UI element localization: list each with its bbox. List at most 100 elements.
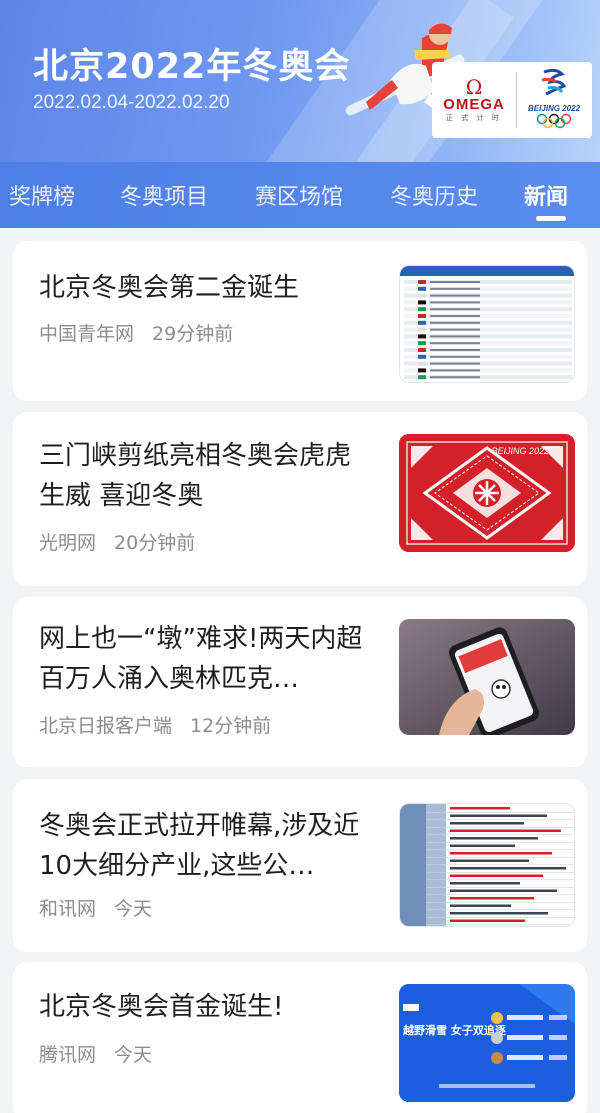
text-line-shape bbox=[450, 874, 543, 877]
table-divider-shape bbox=[426, 909, 574, 911]
news-title: 北京冬奥会首金诞生! bbox=[39, 992, 284, 1022]
text-line-shape bbox=[430, 287, 480, 290]
flag-shape bbox=[418, 300, 426, 305]
text-line-shape bbox=[430, 376, 480, 379]
table-row-shape bbox=[404, 368, 572, 373]
table-divider-shape bbox=[426, 872, 574, 873]
page-title: 北京2022年冬奥会 bbox=[33, 47, 351, 87]
news-source: 光明网 bbox=[39, 532, 97, 554]
flag-shape bbox=[418, 280, 426, 284]
event-dates: 2022.02.04-2022.02.20 bbox=[33, 92, 230, 113]
red-papercut-image: BEIJING 2022 bbox=[399, 434, 575, 552]
news-meta: 中国青年网 29分钟前 bbox=[39, 319, 233, 346]
tab-sports[interactable]: 冬奥项目 bbox=[120, 179, 208, 211]
news-thumbnail: BEIJING 2022 bbox=[399, 434, 575, 552]
flag-shape bbox=[418, 354, 426, 359]
text-line-shape bbox=[450, 844, 515, 847]
news-title: 三门峡剪纸亮相冬奥会虎虎生威 喜迎冬奥 bbox=[39, 441, 352, 511]
flag-shape bbox=[418, 368, 426, 373]
news-source: 和讯网 bbox=[39, 898, 97, 920]
table-row-shape bbox=[404, 354, 572, 359]
table-row-shape bbox=[404, 375, 572, 380]
flag-shape bbox=[418, 293, 426, 298]
olympic-rings-icon bbox=[536, 113, 572, 128]
beijing-2022-text: BEIJING 2022 bbox=[527, 103, 581, 113]
text-line-shape bbox=[450, 807, 510, 810]
tab-venues[interactable]: 赛区场馆 bbox=[255, 179, 343, 211]
table-divider-shape bbox=[426, 917, 574, 918]
text-line-shape bbox=[450, 919, 525, 922]
flag-shape bbox=[418, 307, 426, 312]
text-line-shape bbox=[430, 301, 480, 304]
flag-shape bbox=[418, 320, 426, 325]
news-meta: 腾讯网 今天 bbox=[39, 1040, 152, 1067]
news-card[interactable]: 冬奥会正式拉开帷幕,涉及近10大细分产业,这些公… 和讯网 今天 bbox=[13, 779, 587, 952]
table-divider-shape bbox=[426, 827, 574, 828]
news-meta: 和讯网 今天 bbox=[39, 894, 152, 921]
news-time: 20分钟前 bbox=[114, 532, 196, 554]
flag-shape bbox=[418, 348, 426, 352]
omega-subtitle: 正 式 计 时 bbox=[446, 114, 502, 122]
text-line-shape bbox=[430, 349, 480, 351]
text-line-shape bbox=[450, 837, 538, 840]
news-card[interactable]: 北京冬奥会首金诞生! 腾讯网 今天 越野滑雪 女子双追逐 bbox=[13, 962, 587, 1113]
flag-shape bbox=[418, 327, 426, 332]
text-line-shape bbox=[430, 335, 480, 338]
news-title: 北京冬奥会第二金诞生 bbox=[39, 273, 300, 303]
news-meta: 光明网 20分钟前 bbox=[39, 528, 195, 555]
text-line-shape bbox=[430, 362, 480, 365]
text-line-shape bbox=[430, 294, 480, 297]
news-source: 腾讯网 bbox=[39, 1044, 97, 1066]
table-divider-shape bbox=[426, 902, 574, 903]
news-card[interactable]: 网上也一“墩”难求!两天内超百万人涌入奥林匹克… 北京日报客户端 12分钟前 bbox=[13, 597, 587, 767]
flag-shape bbox=[418, 286, 426, 291]
news-source: 北京日报客户端 bbox=[39, 715, 173, 737]
news-title: 冬奥会正式拉开帷幕,涉及近10大细分产业,这些公… bbox=[39, 811, 360, 881]
text-line-shape bbox=[430, 342, 480, 345]
table-divider-shape bbox=[426, 864, 574, 866]
beijing-2022-logo: BEIJING 2022 bbox=[517, 68, 591, 133]
flag-shape bbox=[418, 314, 426, 318]
omega-name: OMEGA bbox=[443, 96, 505, 113]
table-row-shape bbox=[404, 341, 572, 346]
news-source: 中国青年网 bbox=[39, 323, 135, 345]
text-line-shape bbox=[450, 882, 520, 885]
flag-shape bbox=[418, 375, 426, 380]
news-thumbnail bbox=[399, 619, 575, 735]
tab-news[interactable]: 新闻 bbox=[524, 179, 568, 211]
tab-history[interactable]: 冬奥历史 bbox=[390, 179, 478, 211]
text-line-shape bbox=[430, 281, 480, 283]
news-time: 今天 bbox=[114, 898, 153, 920]
table-row-shape bbox=[404, 327, 572, 332]
table-row-shape bbox=[404, 307, 572, 312]
news-thumbnail: 越野滑雪 女子双追逐 bbox=[399, 984, 575, 1102]
active-tab-indicator bbox=[536, 216, 566, 221]
table-divider-shape bbox=[426, 812, 574, 813]
papercut-caption: BEIJING 2022 bbox=[491, 446, 549, 456]
phone-photo-image bbox=[399, 619, 575, 735]
text-line-shape bbox=[450, 852, 552, 855]
table-divider-shape bbox=[426, 849, 574, 851]
news-thumbnail bbox=[399, 265, 575, 383]
text-line-shape bbox=[430, 369, 480, 372]
table-divider-shape bbox=[426, 834, 574, 836]
text-line-shape bbox=[450, 889, 557, 892]
text-line-shape bbox=[450, 814, 547, 817]
industry-table-image bbox=[400, 804, 574, 926]
sponsor-logos: Ω OMEGA 正 式 计 时 BEIJING 2022 bbox=[432, 62, 592, 138]
text-line-shape bbox=[430, 321, 480, 324]
omega-symbol-icon: Ω bbox=[465, 75, 483, 99]
news-card[interactable]: 北京冬奥会第二金诞生 中国青年网 29分钟前 bbox=[13, 241, 587, 401]
news-time: 今天 bbox=[114, 1044, 153, 1066]
news-meta: 北京日报客户端 12分钟前 bbox=[39, 711, 271, 738]
text-line-shape bbox=[450, 859, 529, 862]
news-title: 网上也一“墩”难求!两天内超百万人涌入奥林匹克… bbox=[39, 624, 363, 694]
table-row-shape bbox=[404, 348, 572, 352]
table-divider-shape bbox=[426, 894, 574, 896]
news-card[interactable]: 三门峡剪纸亮相冬奥会虎虎生威 喜迎冬奥 光明网 20分钟前 BEIJING 202… bbox=[13, 412, 587, 586]
header-banner: 北京2022年冬奥会 2022.02.04-2022.02.20 Ω OMEGA… bbox=[0, 0, 600, 162]
tab-medal-table[interactable]: 奖牌榜 bbox=[9, 179, 75, 211]
table-row-shape bbox=[404, 314, 572, 318]
poster-caption: 越野滑雪 女子双追逐 bbox=[402, 1023, 506, 1037]
table-divider-shape bbox=[426, 924, 574, 926]
